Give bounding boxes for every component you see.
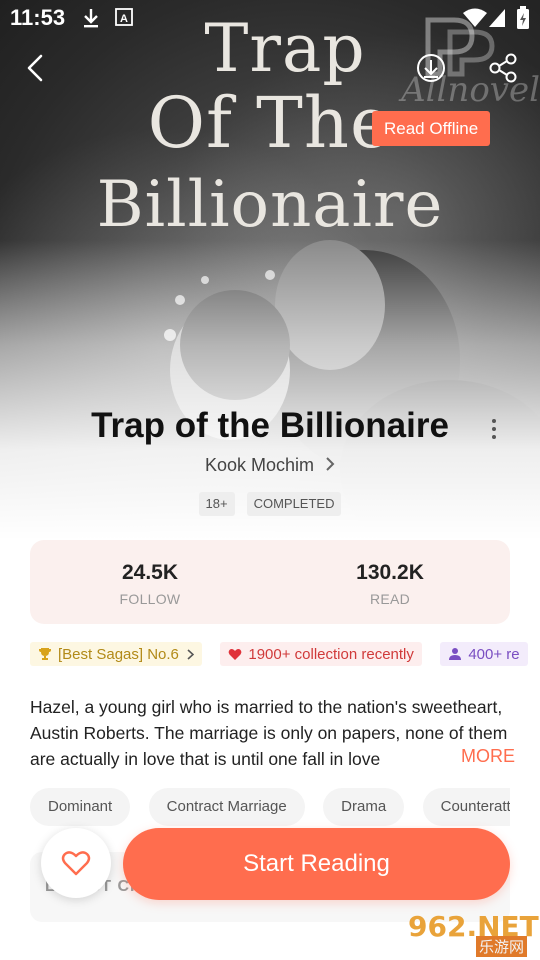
follow-label: FOLLOW bbox=[119, 591, 181, 607]
follow-count: 24.5K bbox=[121, 561, 179, 584]
age-rating-badge: 18+ bbox=[198, 492, 235, 516]
follow-stat: 24.5K FOLLOW bbox=[30, 540, 270, 624]
genre-tags: Dominant Contract Marriage Drama Counter… bbox=[30, 788, 510, 826]
status-bar: 11:53 A bbox=[0, 0, 540, 36]
highlight-chips: [Best Sagas] No.6 1900+ collection recen… bbox=[30, 642, 540, 666]
dot-icon bbox=[492, 427, 496, 431]
chevron-right-icon bbox=[187, 648, 194, 660]
signal-icon bbox=[489, 9, 505, 27]
author-name: Kook Mochim bbox=[204, 455, 315, 475]
readers-chip: 400+ re bbox=[440, 642, 528, 666]
trophy-icon bbox=[38, 647, 52, 661]
description-more-button[interactable]: MORE bbox=[461, 746, 515, 767]
download-button[interactable] bbox=[414, 50, 448, 86]
read-count: 130.2K bbox=[356, 561, 424, 584]
status-badge: COMPLETED bbox=[246, 492, 342, 516]
dot-icon bbox=[492, 435, 496, 439]
genre-tag[interactable]: Contract Marriage bbox=[148, 788, 305, 826]
share-button[interactable] bbox=[485, 50, 521, 86]
site-watermark-chinese: 乐游网 bbox=[476, 936, 528, 957]
description-fade bbox=[400, 746, 460, 772]
chevron-right-icon bbox=[325, 455, 335, 476]
svg-text:A: A bbox=[120, 13, 128, 25]
read-label: READ bbox=[369, 591, 411, 607]
share-icon bbox=[489, 53, 517, 83]
download-icon bbox=[417, 54, 445, 82]
heart-outline-icon bbox=[61, 851, 91, 876]
ranking-chip[interactable]: [Best Sagas] No.6 bbox=[30, 642, 202, 666]
status-time: 11:53 bbox=[10, 5, 66, 30]
collection-text: 1900+ collection recently bbox=[248, 645, 414, 663]
battery-icon bbox=[517, 6, 529, 29]
genre-tag[interactable]: Drama bbox=[323, 788, 405, 826]
readers-text: 400+ re bbox=[468, 645, 520, 663]
add-to-library-button[interactable] bbox=[41, 828, 111, 898]
book-badges: 18+ COMPLETED bbox=[0, 492, 540, 516]
site-watermark: 962.NET 乐游网 bbox=[400, 910, 540, 960]
stats-panel: 24.5K FOLLOW 130.2K READ bbox=[30, 540, 510, 624]
keyboard-status-icon: A bbox=[115, 8, 133, 26]
more-options-button[interactable] bbox=[484, 416, 504, 442]
author-link[interactable]: Kook Mochim bbox=[0, 455, 540, 476]
cover-title-line-3: Billionaire bbox=[96, 168, 444, 242]
dot-icon bbox=[492, 419, 496, 423]
read-stat: 130.2K READ bbox=[270, 540, 510, 624]
back-arrow-icon bbox=[27, 54, 43, 82]
ranking-text: [Best Sagas] No.6 bbox=[58, 645, 179, 663]
genre-tag[interactable]: Counterattack bbox=[422, 788, 510, 826]
heart-icon bbox=[228, 648, 242, 661]
read-offline-tooltip[interactable]: Read Offline bbox=[372, 111, 491, 146]
wifi-icon bbox=[463, 8, 487, 27]
genre-tag[interactable]: Dominant bbox=[30, 788, 131, 826]
start-reading-button[interactable]: Start Reading bbox=[123, 828, 510, 900]
book-title: Trap of the Billionaire bbox=[91, 406, 449, 445]
download-status-icon bbox=[84, 9, 98, 28]
user-icon bbox=[448, 647, 462, 661]
collection-chip: 1900+ collection recently bbox=[220, 642, 422, 666]
back-button[interactable] bbox=[18, 50, 52, 86]
